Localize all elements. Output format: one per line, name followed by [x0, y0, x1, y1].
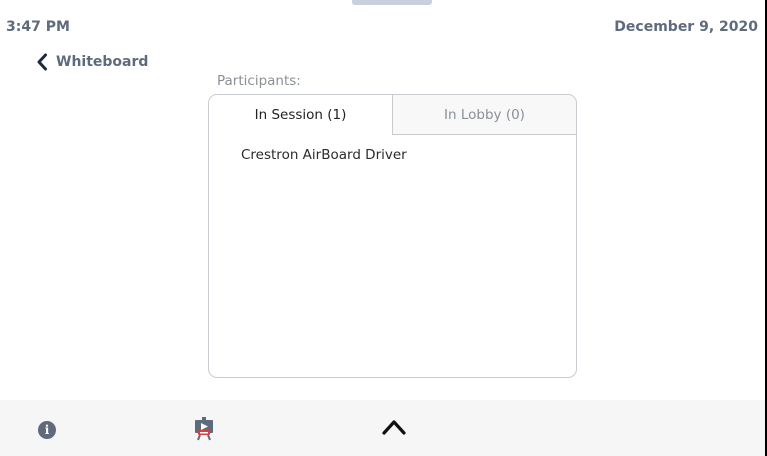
pull-down-handle[interactable]	[352, 0, 432, 5]
info-icon[interactable]: i	[38, 421, 56, 439]
status-time: 3:47 PM	[6, 19, 70, 35]
chevron-left-icon	[36, 53, 48, 71]
tab-in-lobby[interactable]: In Lobby (0)	[392, 95, 576, 135]
participant-item[interactable]: Crestron AirBoard Driver	[241, 145, 576, 165]
back-label: Whiteboard	[56, 54, 149, 70]
participants-tabs: In Session (1) In Lobby (0)	[209, 95, 576, 135]
back-button[interactable]: Whiteboard	[36, 52, 148, 72]
status-date: December 9, 2020	[614, 19, 758, 35]
tab-in-session[interactable]: In Session (1)	[209, 95, 392, 135]
participants-panel: In Session (1) In Lobby (0) Crestron Air…	[208, 94, 577, 378]
chevron-up-icon[interactable]	[381, 418, 407, 436]
participant-list: Crestron AirBoard Driver	[209, 135, 576, 165]
participants-heading: Participants:	[217, 73, 301, 89]
presenter-icon[interactable]	[193, 417, 215, 441]
